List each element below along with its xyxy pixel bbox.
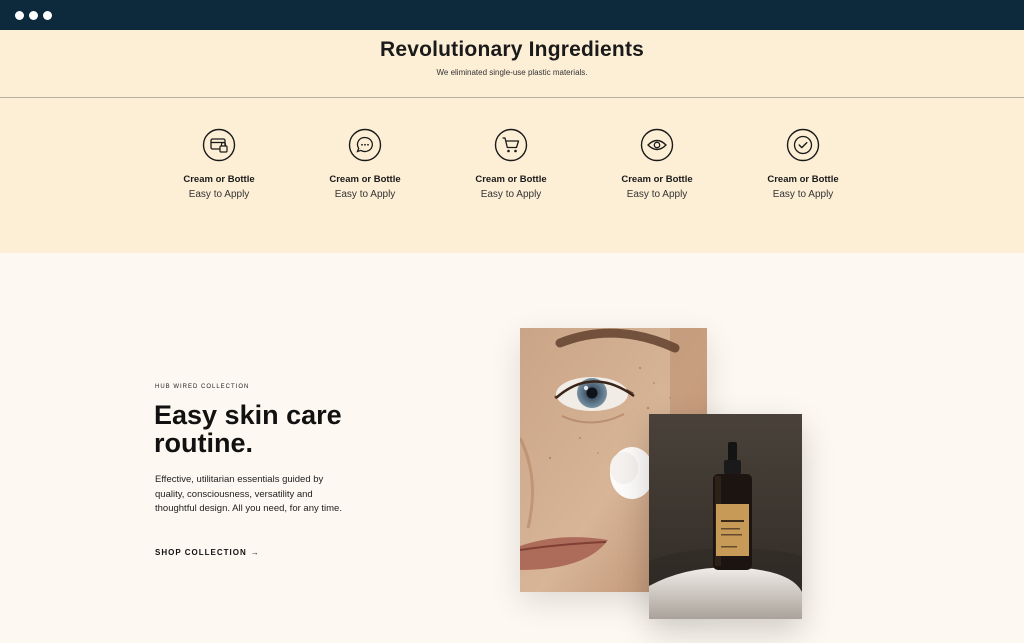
ingredients-subtitle: We eliminated single-use plastic materia… [436, 68, 588, 77]
serum-bottle-photo [649, 414, 802, 619]
product-image [649, 414, 802, 619]
chat-icon [348, 128, 382, 162]
feature-title: Cream or Bottle [329, 174, 401, 185]
feature-desc: Easy to Apply [772, 189, 834, 200]
hero-section: HUB WIRED COLLECTION Easy skin care rout… [0, 253, 1024, 643]
ingredients-section: Revolutionary Ingredients We eliminated … [0, 30, 1024, 253]
feature-desc: Easy to Apply [334, 189, 396, 200]
window-dot-icon[interactable] [29, 11, 38, 20]
collection-eyebrow: HUB WIRED COLLECTION [155, 384, 250, 390]
feature-item: Cream or Bottle Easy to Apply [149, 128, 289, 200]
window-dot-icon[interactable] [15, 11, 24, 20]
window-dot-icon[interactable] [43, 11, 52, 20]
feature-item: Cream or Bottle Easy to Apply [441, 128, 581, 200]
card-icon [202, 128, 236, 162]
feature-desc: Easy to Apply [188, 189, 250, 200]
feature-item: Cream or Bottle Easy to Apply [587, 128, 727, 200]
browser-title-bar [0, 0, 1024, 30]
ingredients-title: Revolutionary Ingredients [379, 38, 645, 61]
shop-collection-link[interactable]: SHOP COLLECTION → [155, 548, 260, 557]
cart-icon [494, 128, 528, 162]
hero-title: Easy skin care routine. [154, 400, 342, 458]
feature-title: Cream or Bottle [767, 174, 839, 185]
section-divider [0, 97, 1024, 98]
feature-desc: Easy to Apply [626, 189, 688, 200]
feature-desc: Easy to Apply [480, 189, 542, 200]
arrow-right-icon: → [250, 548, 260, 557]
feature-title: Cream or Bottle [475, 174, 547, 185]
shop-collection-label: SHOP COLLECTION [155, 548, 247, 557]
hero-description: Effective, utilitarian essentials guided… [155, 474, 342, 514]
check-circle-icon [786, 128, 820, 162]
eye-icon [640, 128, 674, 162]
feature-title: Cream or Bottle [183, 174, 255, 185]
feature-item: Cream or Bottle Easy to Apply [733, 128, 873, 200]
feature-title: Cream or Bottle [621, 174, 693, 185]
feature-item: Cream or Bottle Easy to Apply [295, 128, 435, 200]
